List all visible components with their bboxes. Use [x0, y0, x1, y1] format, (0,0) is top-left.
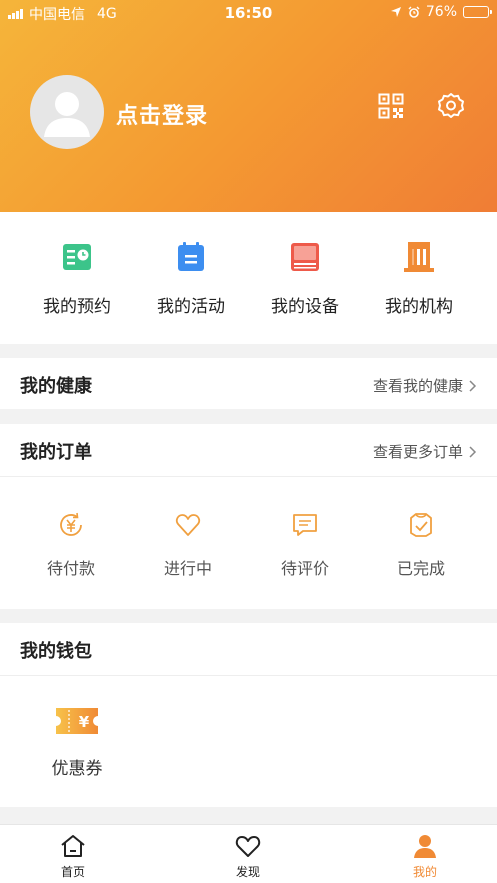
in-progress-icon: [175, 514, 201, 536]
appointment-icon: [63, 244, 91, 270]
person-icon: [414, 835, 436, 858]
quick-item-institutions[interactable]: 我的机构: [364, 240, 474, 317]
location-arrow-icon: [390, 7, 401, 17]
quick-item-devices[interactable]: 我的设备: [250, 240, 360, 317]
orders-title: 我的订单: [20, 442, 92, 463]
quick-label-appointments: 我的预约: [43, 297, 111, 317]
tab-discover[interactable]: 发现: [198, 833, 298, 880]
home-icon: [61, 835, 85, 857]
tab-label-home: 首页: [60, 865, 85, 879]
order-label-pending-payment: 待付款: [46, 559, 95, 578]
orders-link[interactable]: 查看更多订单: [373, 441, 477, 462]
tab-label-mine: 我的: [412, 865, 437, 879]
orders-section: 我的订单 查看更多订单 待付款 进行中 待评价 已完成: [0, 424, 497, 609]
order-label-in-progress: 进行中: [163, 559, 212, 578]
order-label-pending-review: 待评价: [280, 559, 329, 578]
institution-icon: [404, 242, 434, 272]
order-status-row: 待付款 进行中 待评价 已完成: [0, 477, 497, 609]
completed-icon: [410, 513, 432, 537]
tab-home[interactable]: 首页: [23, 833, 123, 880]
bottom-tab-bar: 首页 发现 我的: [0, 824, 497, 883]
battery-icon: [463, 6, 492, 18]
coupon-label: 优惠券: [51, 759, 103, 779]
battery-percent: 76%: [425, 4, 457, 20]
order-status-in-progress[interactable]: 进行中: [133, 511, 243, 579]
tab-mine[interactable]: 我的: [375, 833, 475, 880]
health-link[interactable]: 查看我的健康: [373, 375, 477, 396]
pending-review-icon: [293, 514, 317, 536]
quick-label-devices: 我的设备: [271, 297, 339, 317]
pending-payment-icon: [60, 512, 82, 536]
status-right: 76%: [390, 4, 492, 20]
coupon-symbol: ¥: [79, 713, 90, 731]
orders-header: 我的订单 查看更多订单: [0, 424, 497, 476]
order-label-completed: 已完成: [396, 559, 445, 578]
status-bar: 中国电信 4G 16:50 76%: [0, 0, 497, 26]
order-status-completed[interactable]: 已完成: [366, 511, 476, 579]
chevron-right-icon: [469, 445, 477, 458]
device-icon: [291, 243, 319, 271]
qr-code-icon[interactable]: [378, 93, 404, 119]
default-avatar-icon: [44, 92, 90, 137]
wallet-items: ¥ 优惠券: [0, 676, 497, 807]
quick-item-activities[interactable]: 我的活动: [136, 240, 246, 317]
health-header: 我的健康 查看我的健康: [0, 358, 497, 410]
order-status-pending-review[interactable]: 待评价: [250, 511, 360, 579]
coupon-item[interactable]: ¥ 优惠券: [22, 706, 132, 779]
chevron-right-icon: [469, 379, 477, 392]
quick-actions: 我的预约 我的活动 我的设备 我的机构: [0, 212, 497, 344]
quick-item-appointments[interactable]: 我的预约: [22, 240, 132, 317]
health-title: 我的健康: [20, 376, 92, 397]
quick-label-activities: 我的活动: [157, 297, 225, 317]
health-link-label: 查看我的健康: [372, 377, 463, 395]
activity-icon: [178, 242, 204, 271]
coupon-icon: ¥: [56, 708, 98, 734]
alarm-icon: [408, 6, 420, 18]
wallet-title: 我的钱包: [20, 641, 92, 662]
profile-header: 中国电信 4G 16:50 76% 点击登录: [0, 0, 497, 212]
order-status-pending-payment[interactable]: 待付款: [16, 511, 126, 579]
orders-link-label: 查看更多订单: [372, 443, 463, 461]
settings-gear-icon[interactable]: [437, 92, 465, 120]
login-link[interactable]: 点击登录: [116, 98, 208, 130]
wallet-section: 我的钱包 ¥ 优惠券: [0, 623, 497, 807]
quick-label-institutions: 我的机构: [385, 297, 453, 317]
avatar[interactable]: [30, 75, 104, 149]
heart-icon: [235, 836, 261, 857]
health-section[interactable]: 我的健康 查看我的健康: [0, 358, 497, 409]
wallet-header: 我的钱包: [0, 623, 497, 675]
tab-label-discover: 发现: [235, 865, 260, 879]
